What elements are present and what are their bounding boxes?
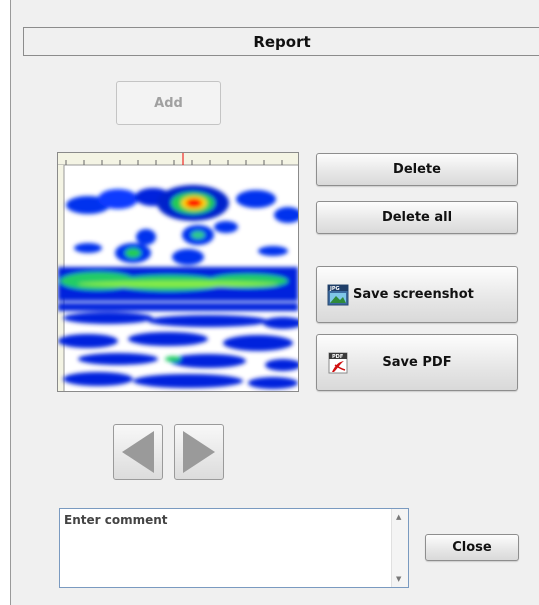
screenshot-preview (57, 152, 299, 392)
delete-all-button[interactable]: Delete all (316, 201, 518, 234)
close-button[interactable]: Close (425, 534, 519, 561)
comment-textarea[interactable]: Enter comment ▲ ▼ (59, 508, 409, 588)
save-screenshot-button-label: Save screenshot (353, 287, 474, 302)
arrow-right-icon (183, 431, 215, 473)
previous-button[interactable] (113, 424, 163, 480)
window-title: Report (23, 27, 539, 56)
arrow-left-icon (122, 431, 154, 473)
comment-placeholder: Enter comment (64, 513, 168, 527)
report-window: Report Add Delete Delete all JPG Save sc… (10, 0, 539, 605)
save-pdf-button[interactable]: PDF Save PDF (316, 334, 518, 391)
save-screenshot-button[interactable]: JPG Save screenshot (316, 266, 518, 323)
heatmap-image (58, 153, 298, 391)
add-button-label: Add (154, 95, 183, 111)
scroll-down-icon[interactable]: ▼ (396, 575, 401, 583)
close-button-label: Close (452, 540, 492, 555)
delete-button-label: Delete (393, 162, 441, 177)
add-button[interactable]: Add (116, 81, 221, 125)
pdf-icon: PDF (328, 352, 348, 373)
jpg-image-icon: JPG (327, 284, 349, 305)
next-button[interactable] (174, 424, 224, 480)
svg-text:PDF: PDF (332, 354, 343, 360)
scroll-up-icon[interactable]: ▲ (396, 513, 401, 521)
delete-all-button-label: Delete all (381, 210, 453, 225)
window-top-area (11, 0, 539, 27)
delete-button[interactable]: Delete (316, 153, 518, 186)
save-pdf-button-label: Save PDF (382, 355, 452, 370)
ruler-top (58, 153, 298, 165)
svg-text:JPG: JPG (329, 286, 340, 292)
comment-scrollbar[interactable]: ▲ ▼ (391, 509, 408, 587)
